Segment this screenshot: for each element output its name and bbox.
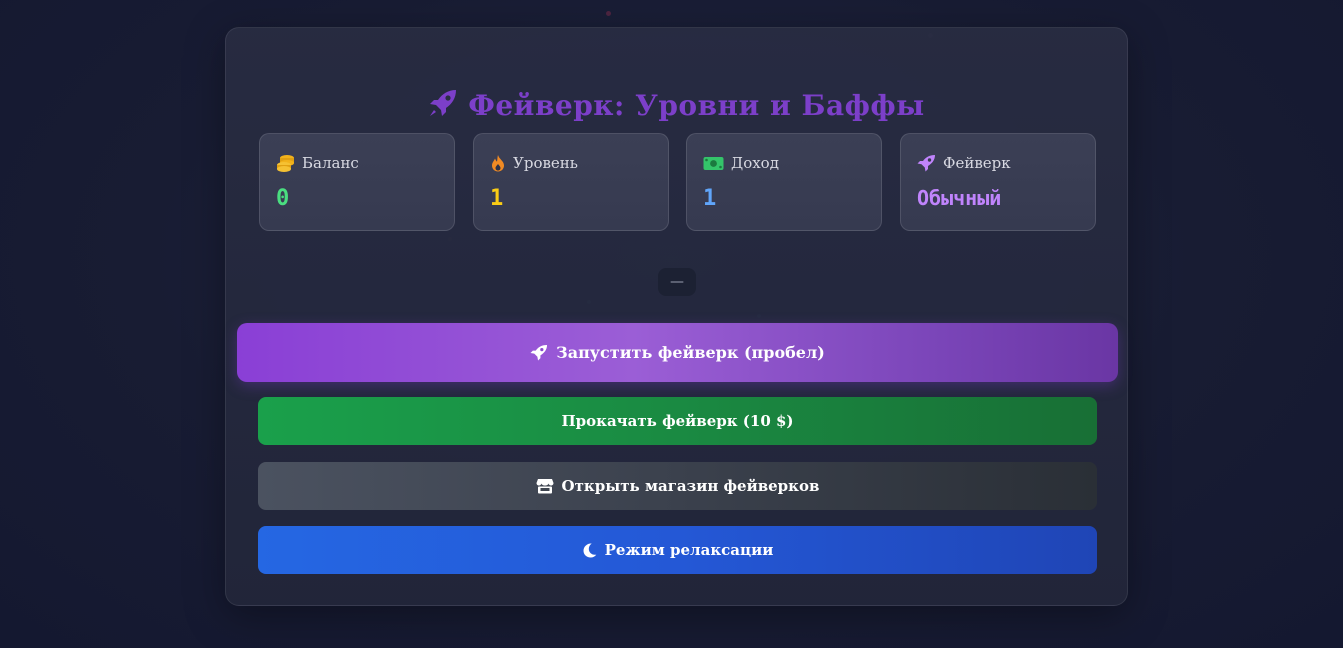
open-shop-button[interactable]: Открыть магазин фейверков	[258, 462, 1097, 510]
launch-firework-label: Запустить фейверк (пробел)	[556, 343, 825, 362]
rocket-icon	[917, 155, 935, 172]
upgrade-firework-button[interactable]: Прокачать фейверк (10 $)	[258, 397, 1097, 445]
rocket-icon	[530, 344, 548, 361]
upgrade-firework-label: Прокачать фейверк (10 $)	[561, 412, 794, 430]
rocket-icon	[428, 88, 460, 125]
stat-card-level: Уровень 1	[473, 133, 669, 231]
money-icon	[703, 156, 724, 170]
coins-icon	[277, 155, 294, 172]
moon-icon	[583, 543, 596, 557]
main-panel: Фейверк: Уровни и Баффы Баланс 0 Уровень…	[225, 27, 1128, 606]
background-spark	[606, 11, 611, 16]
status-indicator: —	[658, 268, 696, 296]
launch-firework-button[interactable]: Запустить фейверк (пробел)	[237, 323, 1118, 382]
stat-value-income: 1	[703, 186, 717, 211]
store-icon	[536, 479, 554, 494]
stat-card-income: Доход 1	[686, 133, 882, 231]
stat-card-balance: Баланс 0	[259, 133, 455, 231]
stat-label-balance: Баланс	[302, 154, 359, 172]
stat-value-firework: Обычный	[917, 186, 1002, 210]
fire-icon	[492, 155, 504, 172]
open-shop-label: Открыть магазин фейверков	[561, 477, 820, 495]
relax-mode-button[interactable]: Режим релаксации	[258, 526, 1097, 574]
page-title-text: Фейверк: Уровни и Баффы	[468, 89, 925, 122]
stat-value-balance: 0	[276, 186, 290, 211]
relax-mode-label: Режим релаксации	[604, 541, 774, 559]
stat-label-income: Доход	[731, 154, 779, 172]
stat-label-firework: Фейверк	[943, 154, 1011, 172]
stat-label-level: Уровень	[513, 154, 578, 172]
stat-card-firework: Фейверк Обычный	[900, 133, 1096, 231]
stat-value-level: 1	[490, 186, 504, 211]
page-title: Фейверк: Уровни и Баффы	[226, 88, 1127, 125]
